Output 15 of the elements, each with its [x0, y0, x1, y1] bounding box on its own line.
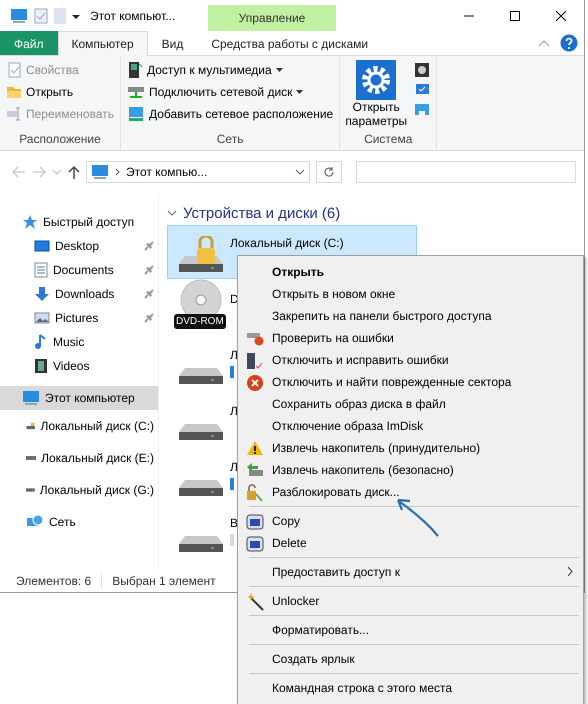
drive-label: Л	[230, 404, 238, 418]
group-label: Сеть	[216, 131, 244, 148]
drive-label: Локальный диск (C:)	[230, 236, 344, 250]
section-header: Устройства и диски (6)	[183, 204, 340, 222]
group-label: Система	[363, 131, 414, 148]
status-text: Элементов: 6	[16, 574, 92, 588]
drive-type-badge: DVD-ROM	[174, 314, 226, 329]
drive-label: Л	[230, 460, 238, 474]
status-text: Выбран 1 элемент	[112, 574, 216, 588]
window-title: Этот компьют...	[90, 8, 176, 22]
drive-label: В	[230, 516, 238, 530]
drive-label: Л	[230, 348, 238, 362]
address-path: Этот компью...	[126, 165, 208, 179]
context-tab-label: Управление	[208, 5, 336, 31]
group-label: Расположение	[18, 131, 102, 148]
